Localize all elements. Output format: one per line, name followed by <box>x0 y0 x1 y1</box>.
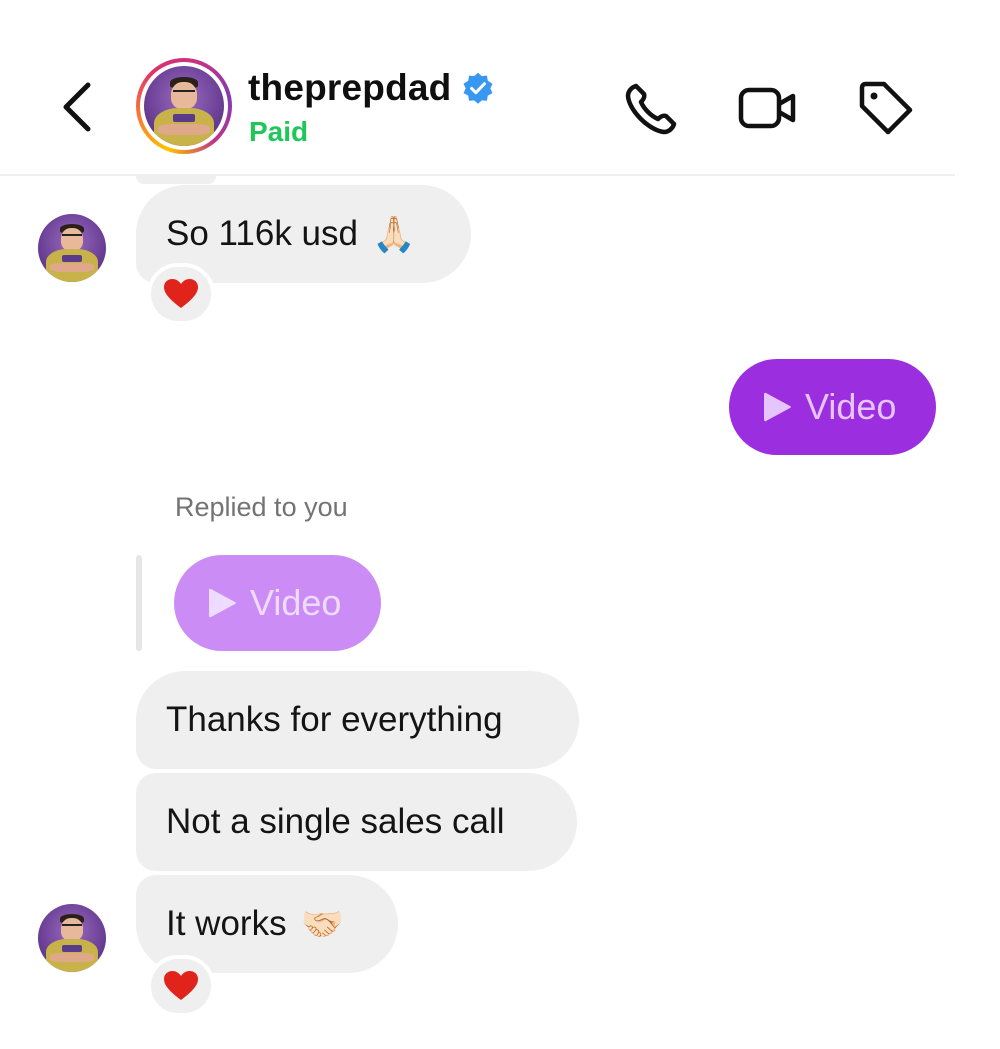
sender-avatar[interactable] <box>38 214 106 282</box>
username[interactable]: theprepdad <box>248 67 451 109</box>
username-row[interactable]: theprepdad <box>248 66 495 110</box>
praying-hands-emoji: 🙏🏻 <box>372 214 416 254</box>
video-label: Video <box>805 386 897 427</box>
chevron-left-icon <box>63 82 91 132</box>
profile-avatar[interactable] <box>136 58 232 154</box>
back-button[interactable] <box>52 75 112 139</box>
previous-bubble-edge <box>136 176 216 184</box>
video-label: Video <box>250 582 342 623</box>
play-icon <box>764 392 791 422</box>
message-text: Not a single sales call <box>166 802 505 841</box>
message-text: So 116k usd <box>166 214 358 253</box>
handshake-emoji: 🤝🏻 <box>300 904 345 944</box>
subscription-status: Paid <box>249 116 309 147</box>
label-button[interactable] <box>856 78 916 138</box>
video-camera-icon <box>738 87 796 129</box>
quoted-video-message[interactable]: Video <box>174 555 381 651</box>
audio-call-button[interactable] <box>622 78 682 138</box>
avatar-image <box>144 66 224 146</box>
reaction-badge[interactable] <box>147 263 215 325</box>
message-text: It works <box>166 904 287 943</box>
message-bubble[interactable]: Not a single sales call <box>136 773 577 871</box>
reply-indicator-bar <box>136 555 142 651</box>
message-bubble[interactable]: Thanks for everything <box>136 671 579 769</box>
heart-icon <box>164 279 198 308</box>
sender-avatar[interactable] <box>38 904 106 972</box>
video-call-button[interactable] <box>738 78 798 138</box>
verified-badge-icon <box>464 72 493 104</box>
reaction-badge[interactable] <box>147 955 215 1017</box>
chat-header: theprepdad Paid <box>0 0 1000 176</box>
heart-icon <box>164 971 198 1000</box>
tag-icon <box>859 81 913 135</box>
message-text: Thanks for everything <box>166 700 503 739</box>
phone-icon <box>625 83 677 135</box>
sent-video-message[interactable]: Video <box>729 359 936 455</box>
reply-context-label: Replied to you <box>175 492 348 522</box>
play-icon <box>209 588 236 618</box>
